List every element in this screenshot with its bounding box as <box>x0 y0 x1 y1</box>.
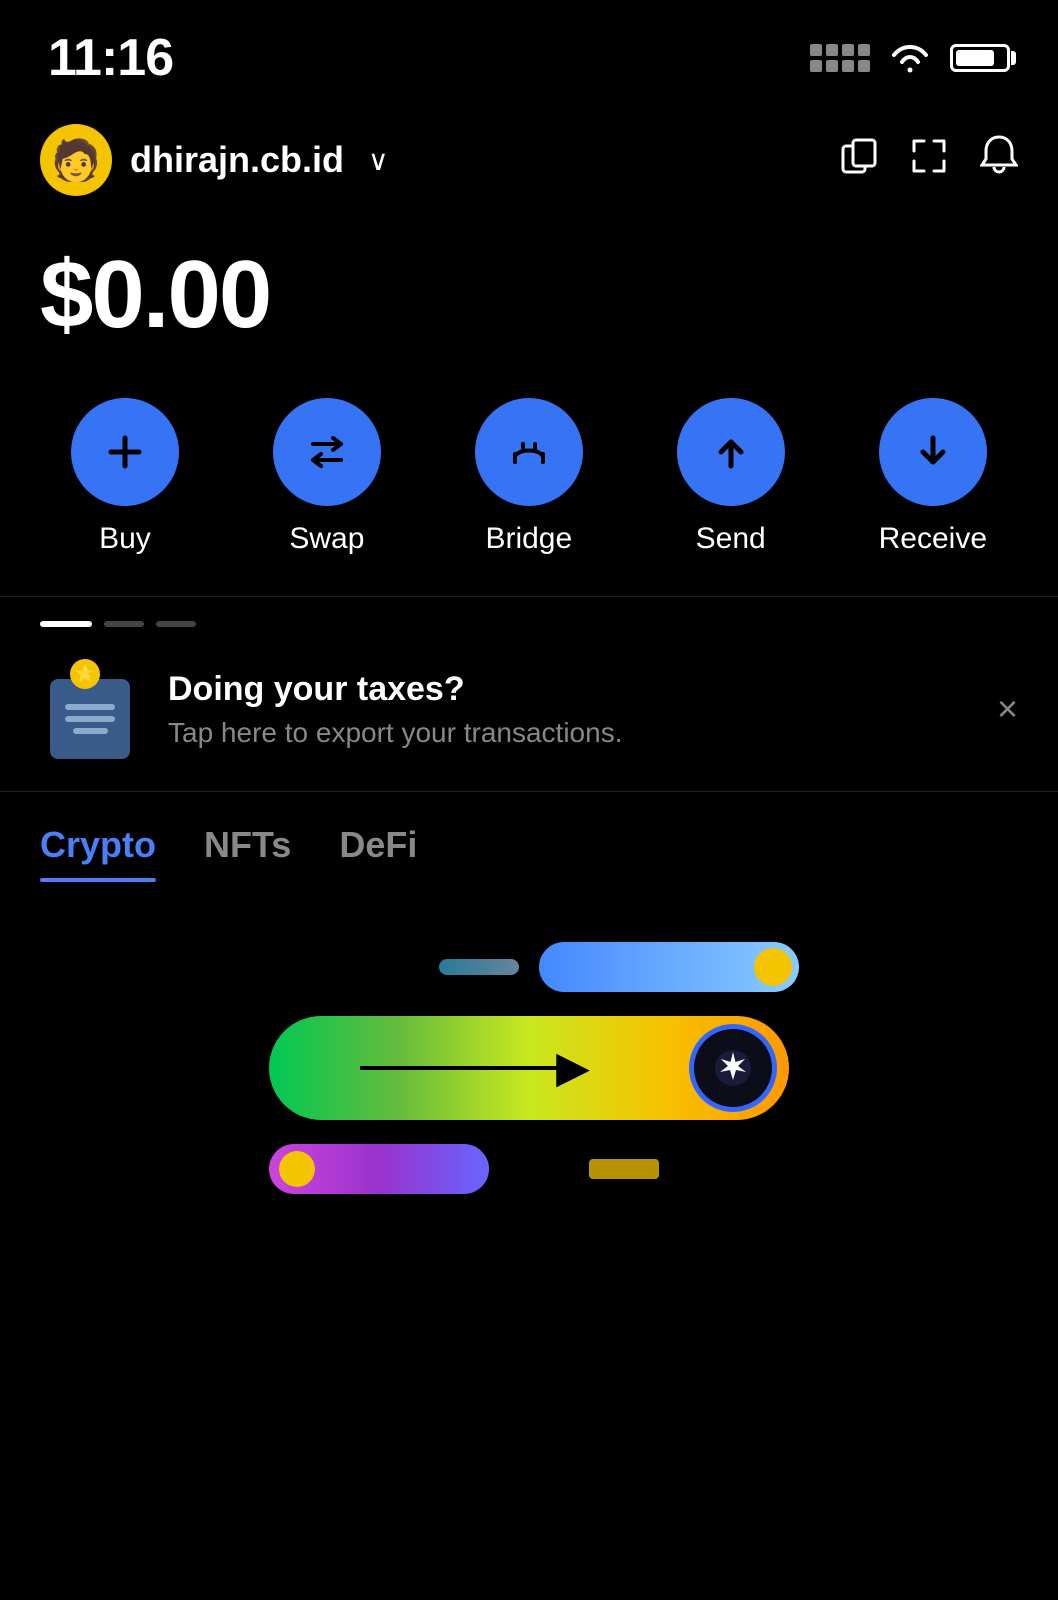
receive-icon <box>879 398 987 506</box>
send-label: Send <box>696 522 766 556</box>
top-slider-label-bar <box>439 959 519 975</box>
bridge-icon <box>475 398 583 506</box>
username: dhirajn.cb.id <box>130 139 344 181</box>
arrow-head-icon: ▶ <box>556 1046 590 1090</box>
banner-subtitle: Tap here to export your transactions. <box>168 717 969 749</box>
banner-title: Doing your taxes? <box>168 670 969 709</box>
receive-label: Receive <box>879 522 987 556</box>
bottom-label-bar <box>589 1159 659 1179</box>
indicator-active <box>40 621 92 627</box>
battery-icon <box>950 44 1010 72</box>
status-time: 11:16 <box>48 28 173 88</box>
buy-label: Buy <box>99 522 151 556</box>
main-slider[interactable]: ▶ <box>269 1016 789 1120</box>
bridge-button[interactable]: Bridge <box>475 398 583 556</box>
buy-button[interactable]: Buy <box>71 398 179 556</box>
status-bar: 11:16 <box>0 0 1058 104</box>
action-buttons: Buy Swap Bridge <box>0 382 1058 596</box>
receive-button[interactable]: Receive <box>879 398 987 556</box>
bell-icon[interactable] <box>980 135 1018 186</box>
signal-icon <box>810 44 870 72</box>
bridge-label: Bridge <box>485 522 572 556</box>
banner-close-button[interactable]: × <box>997 688 1018 730</box>
wifi-icon <box>888 42 932 74</box>
top-slider-track <box>539 942 799 992</box>
tab-defi[interactable]: DeFi <box>339 824 417 882</box>
tax-banner[interactable]: ⭐ Doing your taxes? Tap here to export y… <box>0 627 1058 792</box>
tab-nfts[interactable]: NFTs <box>204 824 291 882</box>
main-slider-knob <box>689 1024 777 1112</box>
tabs-row: Crypto NFTs DeFi <box>40 824 1018 882</box>
banner-text: Doing your taxes? Tap here to export you… <box>168 670 969 749</box>
tax-document-icon <box>50 679 130 759</box>
tabs-section: Crypto NFTs DeFi <box>0 792 1058 882</box>
copy-icon[interactable] <box>840 137 878 184</box>
send-button[interactable]: Send <box>677 398 785 556</box>
top-slider-row <box>219 942 799 992</box>
tax-icon: ⭐ <box>40 659 140 759</box>
star-burst-icon <box>711 1046 755 1090</box>
send-icon <box>677 398 785 506</box>
expand-icon[interactable] <box>910 137 948 184</box>
main-slider-arrow: ▶ <box>281 1046 689 1090</box>
bottom-slider-knob <box>279 1151 315 1187</box>
header-actions <box>840 135 1018 186</box>
header: 🧑 dhirajn.cb.id ∨ <box>0 104 1058 216</box>
profile-section[interactable]: 🧑 dhirajn.cb.id ∨ <box>40 124 389 196</box>
carousel-indicators <box>0 597 1058 627</box>
balance-amount: $0.00 <box>40 240 1018 350</box>
bottom-slider-row <box>269 1144 789 1194</box>
buy-icon <box>71 398 179 506</box>
top-slider-knob <box>754 948 792 986</box>
chevron-down-icon[interactable]: ∨ <box>368 144 389 177</box>
tax-star-icon: ⭐ <box>70 659 100 689</box>
swap-button[interactable]: Swap <box>273 398 381 556</box>
balance-section: $0.00 <box>0 216 1058 382</box>
bottom-slider-track <box>269 1144 489 1194</box>
indicator-inactive-1 <box>104 621 144 627</box>
tab-crypto[interactable]: Crypto <box>40 824 156 882</box>
status-icons <box>810 42 1010 74</box>
illustration-section: ▶ <box>0 882 1058 1234</box>
indicator-inactive-2 <box>156 621 196 627</box>
avatar: 🧑 <box>40 124 112 196</box>
swap-label: Swap <box>289 522 364 556</box>
arrow-line <box>360 1066 560 1070</box>
swap-icon <box>273 398 381 506</box>
